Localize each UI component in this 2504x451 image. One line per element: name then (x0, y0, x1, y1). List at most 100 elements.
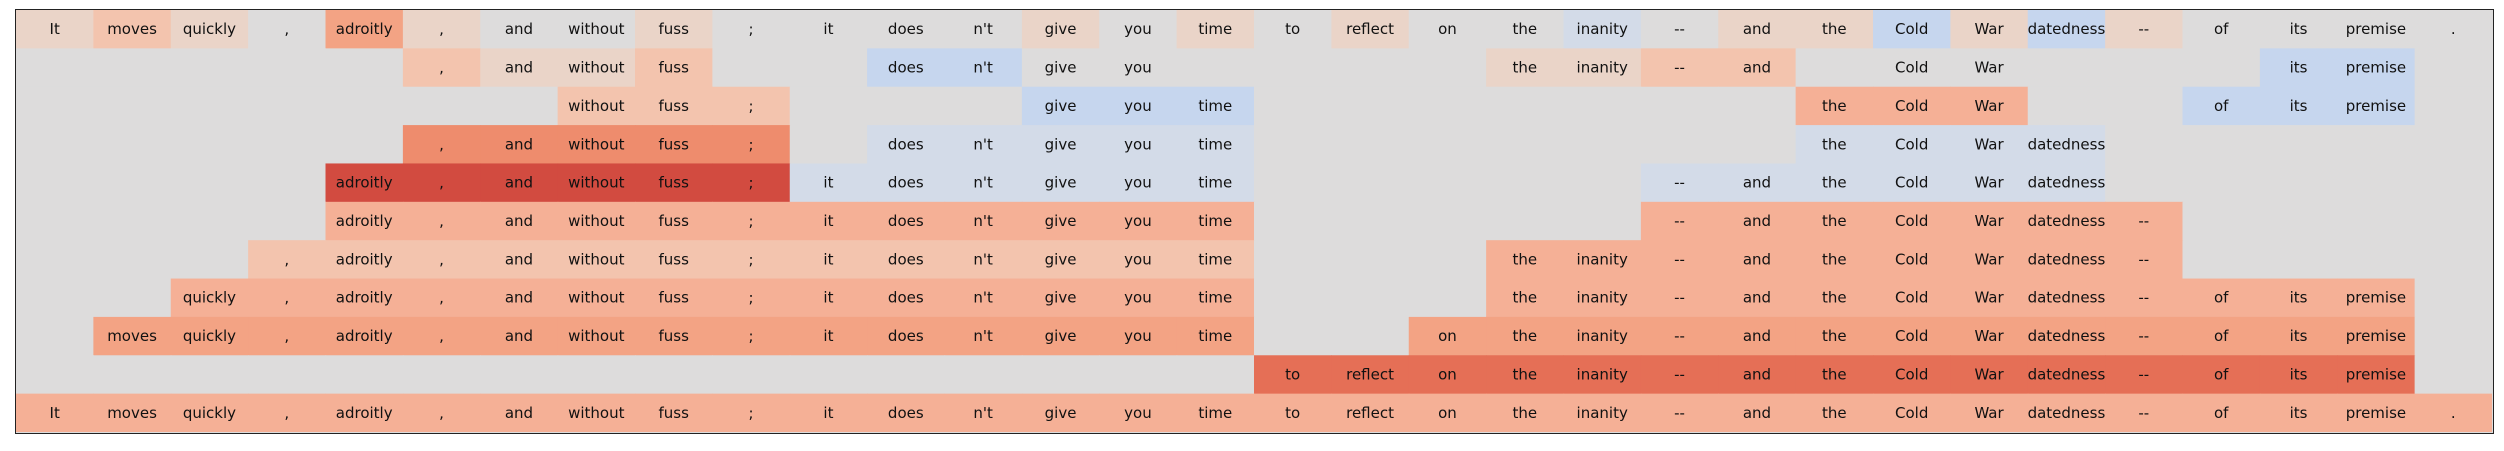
token-label: the (1512, 250, 1537, 268)
token-label: , (284, 20, 289, 38)
token-label: Cold (1895, 289, 1928, 307)
token-label: datedness (2028, 365, 2106, 383)
token-label: without (568, 97, 625, 115)
heatmap-cell (1408, 48, 1487, 88)
token-label: the (1512, 59, 1537, 77)
heatmap-cell (2414, 240, 2492, 280)
heatmap-cell (1486, 201, 1565, 241)
heatmap-cell (16, 240, 94, 280)
token-label: inanity (1577, 327, 1628, 345)
token-label: of (2214, 20, 2229, 38)
token-label: ; (749, 97, 754, 115)
token-label: datedness (2028, 212, 2106, 230)
heatmap-cell (712, 48, 791, 88)
token-label: reflect (1346, 20, 1394, 38)
heatmap-cell (16, 201, 94, 241)
token-label: fuss (658, 20, 689, 38)
token-label: adroitly (336, 404, 393, 422)
token-label: fuss (658, 97, 689, 115)
token-label: Cold (1895, 97, 1928, 115)
token-label: and (505, 20, 533, 38)
token-label: and (505, 289, 533, 307)
token-label: the (1822, 212, 1847, 230)
token-label: of (2214, 404, 2229, 422)
heatmap-cell (1176, 355, 1255, 395)
token-label: reflect (1346, 404, 1394, 422)
token-label: n't (973, 59, 993, 77)
token-label: you (1124, 289, 1152, 307)
token-label: adroitly (336, 327, 393, 345)
token-label: its (2290, 404, 2308, 422)
token-label: War (1974, 250, 2004, 268)
heatmap-cell (2105, 48, 2184, 88)
token-label: it (823, 212, 833, 230)
token-label: fuss (658, 404, 689, 422)
heatmap-cell (789, 355, 868, 395)
token-label: ; (749, 404, 754, 422)
token-label: it (823, 327, 833, 345)
heatmap-cell (2105, 125, 2184, 165)
token-label: . (2451, 20, 2456, 38)
token-label: inanity (1577, 20, 1628, 38)
token-label: War (1974, 97, 2004, 115)
token-label: inanity (1577, 250, 1628, 268)
token-label: it (823, 289, 833, 307)
token-label: It (50, 404, 60, 422)
heatmap-cell (1718, 86, 1797, 126)
token-label: n't (973, 20, 993, 38)
token-label: without (568, 250, 625, 268)
heatmap-cell (1331, 86, 1410, 126)
token-label: without (568, 327, 625, 345)
heatmap-cell (789, 125, 868, 165)
token-label: on (1438, 404, 1457, 422)
token-label: does (888, 174, 924, 192)
heatmap-cell (2414, 125, 2492, 165)
token-label: give (1045, 135, 1077, 153)
token-label: without (568, 174, 625, 192)
token-label: fuss (658, 135, 689, 153)
token-label: you (1124, 250, 1152, 268)
token-label: the (1512, 327, 1537, 345)
heatmap-svg: It moves quickly, adroitly, and without fuss; i… (16, 10, 2492, 432)
token-label: on (1438, 20, 1457, 38)
token-label: and (505, 212, 533, 230)
token-label: without (568, 404, 625, 422)
token-label: ; (749, 174, 754, 192)
token-label: Cold (1895, 59, 1928, 77)
token-label: you (1124, 327, 1152, 345)
token-label: inanity (1577, 59, 1628, 77)
token-label: on (1438, 365, 1457, 383)
token-label: does (888, 404, 924, 422)
token-label: give (1045, 289, 1077, 307)
token-label: time (1198, 404, 1232, 422)
token-label: time (1198, 20, 1232, 38)
token-label: , (284, 404, 289, 422)
token-label: and (1743, 404, 1771, 422)
heatmap-cell (1408, 240, 1487, 280)
token-label: n't (973, 289, 993, 307)
heatmap-cell (248, 125, 327, 165)
heatmap-cell (16, 125, 94, 165)
token-label: you (1124, 135, 1152, 153)
heatmap-cell (2027, 48, 2106, 88)
heatmap-cell (2259, 163, 2338, 203)
heatmap-cell (325, 355, 404, 395)
heatmap-cell (248, 48, 327, 88)
token-label: you (1124, 20, 1152, 38)
token-label: , (439, 59, 444, 77)
heatmap-cell (2337, 163, 2416, 203)
token-label: datedness (2028, 327, 2106, 345)
token-label: premise (2346, 97, 2406, 115)
heatmap-cell (1563, 125, 1642, 165)
token-label: -- (2138, 365, 2149, 383)
token-label: ; (749, 20, 754, 38)
token-label: its (2290, 289, 2308, 307)
heatmap-cell (1254, 125, 1332, 165)
token-label: moves (107, 404, 157, 422)
heatmap-cell (93, 240, 172, 280)
token-label: -- (1674, 59, 1685, 77)
token-label: and (505, 59, 533, 77)
heatmap-cell (2414, 355, 2492, 395)
token-label: you (1124, 174, 1152, 192)
token-label: time (1198, 327, 1232, 345)
